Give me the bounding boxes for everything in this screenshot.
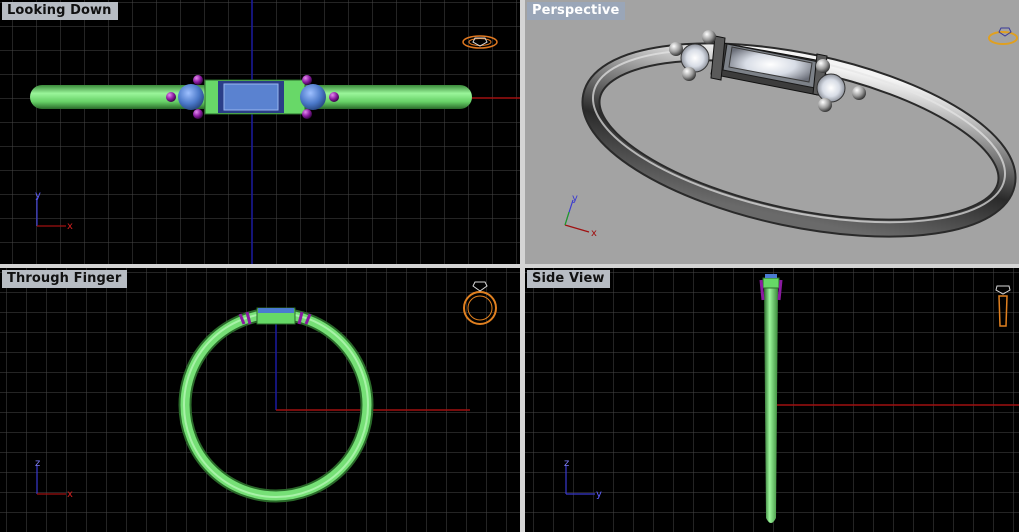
viewport-side-canvas[interactable]: z y [525, 268, 1019, 532]
prong [302, 75, 312, 85]
axis-gizmo: y x [564, 193, 597, 239]
viewport-title[interactable]: Through Finger [2, 270, 128, 288]
baguette-stone [258, 308, 294, 313]
viewport-side[interactable]: z y Side View [525, 268, 1019, 532]
prong [759, 279, 765, 301]
axis-label: x [67, 221, 73, 232]
round-stone-left [178, 84, 204, 110]
setting [710, 35, 828, 97]
prong [193, 75, 203, 85]
round-stone-left [680, 43, 710, 73]
prong [682, 67, 696, 81]
baguette-stone [765, 274, 777, 278]
axis-label: z [35, 458, 40, 469]
prong [669, 42, 683, 56]
ring-shank [583, 44, 1015, 236]
grid [0, 0, 520, 264]
ring-perspective-icon [988, 27, 1018, 45]
axis-label: x [67, 489, 73, 500]
prong [166, 92, 176, 102]
setting [762, 277, 780, 289]
viewport-title[interactable]: Looking Down [2, 2, 118, 20]
round-stone-right [300, 84, 326, 110]
prong [193, 109, 203, 119]
viewport-perspective[interactable]: y x Perspective [525, 0, 1019, 264]
axis-label: x [591, 228, 597, 239]
viewport-title[interactable]: Perspective [527, 2, 626, 20]
viewport-title[interactable]: Side View [527, 270, 611, 288]
ring-shank [764, 286, 778, 523]
prong [702, 30, 716, 44]
baguette-stone [223, 83, 279, 111]
viewport-top-canvas[interactable]: y x [0, 0, 520, 264]
prong [329, 92, 339, 102]
viewport-front[interactable]: z x Through Finger [0, 268, 520, 532]
prong [818, 98, 832, 112]
axis-label: y [572, 193, 578, 204]
prong [816, 59, 830, 73]
axis-label: y [596, 489, 602, 500]
viewport-front-canvas[interactable]: z x [0, 268, 520, 532]
prong [302, 109, 312, 119]
prong [777, 279, 783, 301]
prong [852, 86, 866, 100]
viewport-perspective-canvas[interactable]: y x [525, 0, 1019, 264]
viewport-divider-horizontal[interactable] [0, 264, 1019, 268]
axis-label: z [564, 458, 569, 469]
axis-label: y [35, 190, 41, 201]
viewport-top[interactable]: y x Looking Down [0, 0, 520, 264]
round-stone-right [816, 73, 846, 103]
